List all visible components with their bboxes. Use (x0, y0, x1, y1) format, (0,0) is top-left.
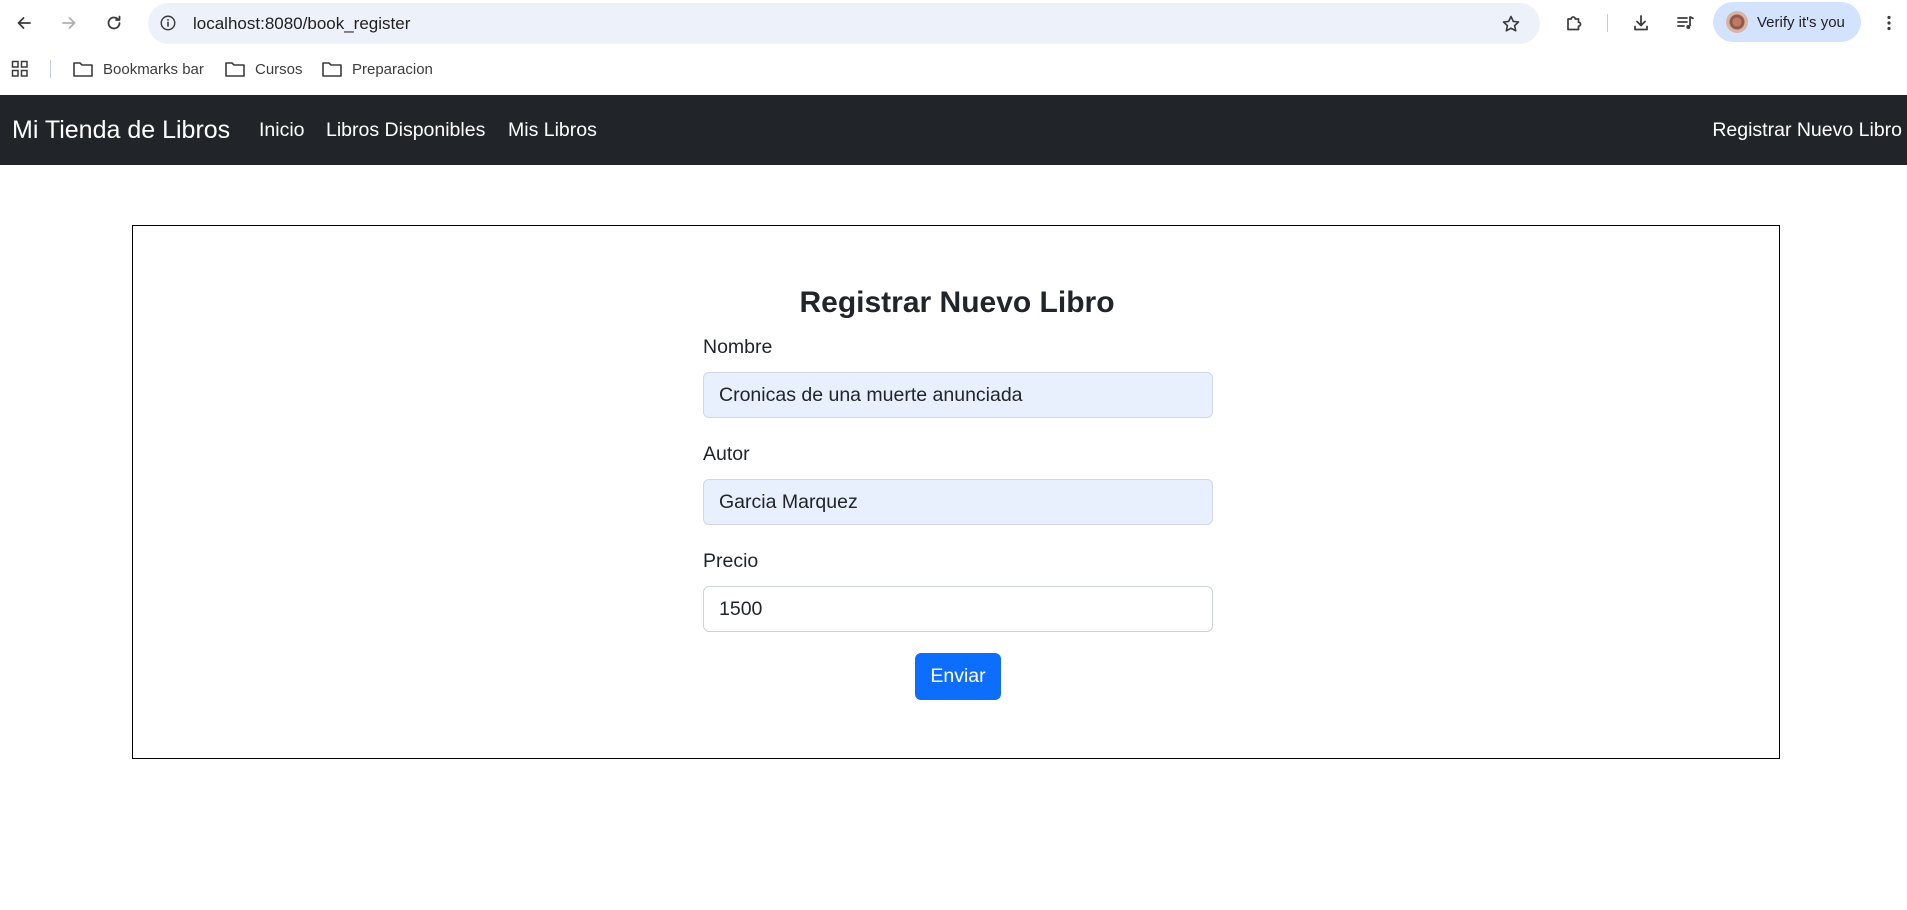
profile-button[interactable]: Verify it's you (1713, 2, 1861, 42)
nav-link-inicio[interactable]: Inicio (259, 95, 305, 165)
apps-button[interactable] (10, 50, 39, 88)
reload-button[interactable] (96, 5, 132, 41)
precio-input[interactable]: 1500 (703, 586, 1213, 632)
bookmark-folder-cursos[interactable]: Cursos (224, 50, 303, 88)
star-icon[interactable] (1500, 13, 1522, 35)
apps-grid-icon (11, 60, 28, 77)
bookmarks-bar: Bookmarks bar Cursos Preparacion (0, 50, 1907, 88)
bookmark-label: Cursos (255, 60, 303, 78)
reload-icon (107, 15, 121, 30)
bookmarks-divider (50, 60, 51, 78)
playlist-icon (1677, 16, 1694, 29)
navbar-brand[interactable]: Mi Tienda de Libros (12, 95, 230, 165)
bookmark-folder-bookmarks-bar[interactable]: Bookmarks bar (72, 50, 204, 88)
nombre-label: Nombre (703, 336, 773, 358)
nav-link-libros-disponibles[interactable]: Libros Disponibles (326, 95, 485, 165)
bookmark-label: Preparacion (352, 60, 433, 78)
browser-chrome: localhost:8080/book_register Verify it's… (0, 0, 1907, 95)
media-controls-button[interactable] (1667, 5, 1703, 41)
profile-label: Verify it's you (1757, 13, 1845, 31)
bookmark-folder-preparacion[interactable]: Preparacion (321, 50, 433, 88)
toolbar-divider (1607, 14, 1608, 32)
site-navbar: Mi Tienda de Libros Inicio Libros Dispon… (0, 95, 1907, 165)
bookmark-label: Bookmarks bar (103, 60, 204, 78)
precio-label: Precio (703, 550, 759, 572)
puzzle-icon (1567, 16, 1582, 31)
download-icon (1634, 15, 1648, 31)
back-button[interactable] (6, 5, 42, 41)
autor-input[interactable]: Garcia Marquez (703, 479, 1213, 525)
autor-label: Autor (703, 443, 750, 465)
address-bar[interactable]: localhost:8080/book_register (148, 3, 1540, 44)
site-info-icon[interactable] (158, 13, 178, 33)
arrow-left-icon (17, 17, 31, 29)
url-text[interactable]: localhost:8080/book_register (193, 3, 410, 44)
folder-icon (225, 62, 245, 77)
avatar (1726, 11, 1748, 33)
more-vert-icon (1887, 15, 1891, 31)
nombre-input[interactable]: Cronicas de una muerte anunciada (703, 372, 1213, 418)
folder-icon (73, 62, 93, 77)
folder-icon (322, 62, 342, 77)
arrow-right-icon (62, 17, 76, 29)
register-form-card: Registrar Nuevo Libro Nombre Cronicas de… (132, 225, 1780, 759)
form-title: Registrar Nuevo Libro (799, 286, 1115, 319)
nav-link-registrar-nuevo-libro[interactable]: Registrar Nuevo Libro (1712, 95, 1902, 165)
downloads-button[interactable] (1623, 5, 1659, 41)
nav-link-mis-libros[interactable]: Mis Libros (508, 95, 597, 165)
browser-menu-button[interactable] (1871, 5, 1907, 41)
submit-button[interactable]: Enviar (915, 653, 1001, 700)
browser-toolbar: localhost:8080/book_register Verify it's… (0, 0, 1907, 46)
forward-button[interactable] (51, 5, 87, 41)
extensions-button[interactable] (1556, 5, 1592, 41)
